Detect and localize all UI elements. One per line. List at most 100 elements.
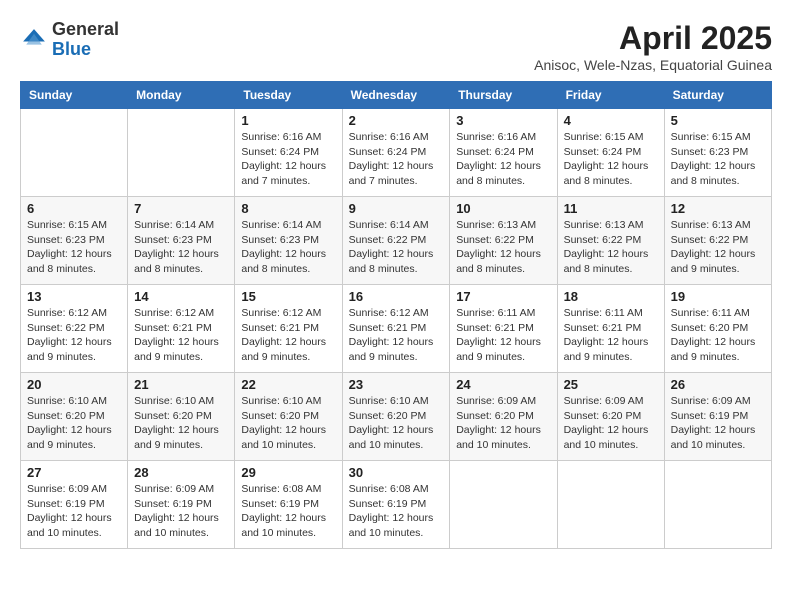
day-info: Sunrise: 6:11 AM Sunset: 6:20 PM Dayligh…: [671, 306, 765, 365]
calendar-cell: 8Sunrise: 6:14 AM Sunset: 6:23 PM Daylig…: [235, 197, 342, 285]
calendar-cell: 6Sunrise: 6:15 AM Sunset: 6:23 PM Daylig…: [21, 197, 128, 285]
calendar-week-row: 1 Sunrise: 6:16 AM Sunset: 6:24 PM Daylig…: [21, 109, 772, 197]
calendar-cell: 11 Sunrise: 6:13 AM Sunset: 6:22 PM Dayli…: [557, 197, 664, 285]
calendar-week-row: 20 Sunrise: 6:10 AM Sunset: 6:20 PM Dayli…: [21, 373, 772, 461]
day-number: 12: [671, 201, 765, 216]
day-number: 14: [134, 289, 228, 304]
day-info: Sunrise: 6:14 AM Sunset: 6:22 PM Dayligh…: [349, 218, 444, 277]
calendar-week-row: 13 Sunrise: 6:12 AM Sunset: 6:22 PM Dayli…: [21, 285, 772, 373]
day-number: 7: [134, 201, 228, 216]
day-info: Sunrise: 6:15 AM Sunset: 6:23 PM Dayligh…: [671, 130, 765, 189]
day-number: 10: [456, 201, 550, 216]
calendar-table: SundayMondayTuesdayWednesdayThursdayFrid…: [20, 81, 772, 549]
calendar-cell: 15 Sunrise: 6:12 AM Sunset: 6:21 PM Dayli…: [235, 285, 342, 373]
calendar-cell: [557, 461, 664, 549]
day-info: Sunrise: 6:15 AM Sunset: 6:23 PM Dayligh…: [27, 218, 121, 277]
day-info: Sunrise: 6:09 AM Sunset: 6:19 PM Dayligh…: [134, 482, 228, 541]
day-number: 20: [27, 377, 121, 392]
day-info: Sunrise: 6:12 AM Sunset: 6:21 PM Dayligh…: [349, 306, 444, 365]
day-number: 23: [349, 377, 444, 392]
calendar-cell: 9 Sunrise: 6:14 AM Sunset: 6:22 PM Daylig…: [342, 197, 450, 285]
day-info: Sunrise: 6:09 AM Sunset: 6:19 PM Dayligh…: [671, 394, 765, 453]
calendar-cell: 4 Sunrise: 6:15 AM Sunset: 6:24 PM Daylig…: [557, 109, 664, 197]
day-info: Sunrise: 6:13 AM Sunset: 6:22 PM Dayligh…: [671, 218, 765, 277]
day-info: Sunrise: 6:16 AM Sunset: 6:24 PM Dayligh…: [349, 130, 444, 189]
calendar-cell: 7 Sunrise: 6:14 AM Sunset: 6:23 PM Daylig…: [128, 197, 235, 285]
calendar-cell: 2 Sunrise: 6:16 AM Sunset: 6:24 PM Daylig…: [342, 109, 450, 197]
day-info: Sunrise: 6:10 AM Sunset: 6:20 PM Dayligh…: [241, 394, 335, 453]
logo-blue-text: Blue: [52, 39, 91, 59]
logo-text: General Blue: [52, 20, 119, 60]
day-number: 18: [564, 289, 658, 304]
month-year-title: April 2025: [534, 20, 772, 57]
day-number: 17: [456, 289, 550, 304]
day-info: Sunrise: 6:13 AM Sunset: 6:22 PM Dayligh…: [564, 218, 658, 277]
calendar-cell: 23 Sunrise: 6:10 AM Sunset: 6:20 PM Dayli…: [342, 373, 450, 461]
calendar-cell: [21, 109, 128, 197]
calendar-cell: 26 Sunrise: 6:09 AM Sunset: 6:19 PM Dayli…: [664, 373, 771, 461]
day-info: Sunrise: 6:12 AM Sunset: 6:21 PM Dayligh…: [134, 306, 228, 365]
calendar-cell: 13 Sunrise: 6:12 AM Sunset: 6:22 PM Dayli…: [21, 285, 128, 373]
calendar-cell: 30 Sunrise: 6:08 AM Sunset: 6:19 PM Dayli…: [342, 461, 450, 549]
day-number: 30: [349, 465, 444, 480]
day-number: 5: [671, 113, 765, 128]
logo: General Blue: [20, 20, 119, 60]
day-info: Sunrise: 6:13 AM Sunset: 6:22 PM Dayligh…: [456, 218, 550, 277]
calendar-cell: 18 Sunrise: 6:11 AM Sunset: 6:21 PM Dayli…: [557, 285, 664, 373]
page-header: General Blue April 2025 Anisoc, Wele-Nza…: [20, 20, 772, 73]
weekday-header-thursday: Thursday: [450, 82, 557, 109]
calendar-week-row: 6Sunrise: 6:15 AM Sunset: 6:23 PM Daylig…: [21, 197, 772, 285]
day-number: 13: [27, 289, 121, 304]
calendar-cell: [128, 109, 235, 197]
day-number: 19: [671, 289, 765, 304]
calendar-cell: 12 Sunrise: 6:13 AM Sunset: 6:22 PM Dayli…: [664, 197, 771, 285]
calendar-cell: 14 Sunrise: 6:12 AM Sunset: 6:21 PM Dayli…: [128, 285, 235, 373]
day-info: Sunrise: 6:12 AM Sunset: 6:22 PM Dayligh…: [27, 306, 121, 365]
calendar-cell: 10 Sunrise: 6:13 AM Sunset: 6:22 PM Dayli…: [450, 197, 557, 285]
day-number: 24: [456, 377, 550, 392]
calendar-cell: [450, 461, 557, 549]
logo-icon: [20, 26, 48, 54]
calendar-cell: [664, 461, 771, 549]
day-number: 26: [671, 377, 765, 392]
day-number: 2: [349, 113, 444, 128]
day-number: 22: [241, 377, 335, 392]
calendar-cell: 17 Sunrise: 6:11 AM Sunset: 6:21 PM Dayli…: [450, 285, 557, 373]
day-number: 11: [564, 201, 658, 216]
day-number: 15: [241, 289, 335, 304]
day-info: Sunrise: 6:15 AM Sunset: 6:24 PM Dayligh…: [564, 130, 658, 189]
calendar-cell: 28 Sunrise: 6:09 AM Sunset: 6:19 PM Dayli…: [128, 461, 235, 549]
day-info: Sunrise: 6:11 AM Sunset: 6:21 PM Dayligh…: [564, 306, 658, 365]
weekday-header-row: SundayMondayTuesdayWednesdayThursdayFrid…: [21, 82, 772, 109]
day-number: 3: [456, 113, 550, 128]
day-info: Sunrise: 6:14 AM Sunset: 6:23 PM Dayligh…: [134, 218, 228, 277]
day-info: Sunrise: 6:10 AM Sunset: 6:20 PM Dayligh…: [349, 394, 444, 453]
day-info: Sunrise: 6:08 AM Sunset: 6:19 PM Dayligh…: [349, 482, 444, 541]
day-number: 28: [134, 465, 228, 480]
calendar-cell: 21 Sunrise: 6:10 AM Sunset: 6:20 PM Dayli…: [128, 373, 235, 461]
day-info: Sunrise: 6:10 AM Sunset: 6:20 PM Dayligh…: [134, 394, 228, 453]
logo-general-text: General: [52, 19, 119, 39]
day-info: Sunrise: 6:09 AM Sunset: 6:19 PM Dayligh…: [27, 482, 121, 541]
calendar-cell: 24 Sunrise: 6:09 AM Sunset: 6:20 PM Dayli…: [450, 373, 557, 461]
calendar-cell: 1Sunrise: 6:16 AM Sunset: 6:24 PM Daylig…: [235, 109, 342, 197]
location-subtitle: Anisoc, Wele-Nzas, Equatorial Guinea: [534, 57, 772, 73]
day-number: 4: [564, 113, 658, 128]
calendar-week-row: 27 Sunrise: 6:09 AM Sunset: 6:19 PM Dayli…: [21, 461, 772, 549]
weekday-header-tuesday: Tuesday: [235, 82, 342, 109]
day-info: Sunrise: 6:11 AM Sunset: 6:21 PM Dayligh…: [456, 306, 550, 365]
day-info: Sunrise: 6:12 AM Sunset: 6:21 PM Dayligh…: [241, 306, 335, 365]
calendar-cell: 19 Sunrise: 6:11 AM Sunset: 6:20 PM Dayli…: [664, 285, 771, 373]
calendar-cell: 22 Sunrise: 6:10 AM Sunset: 6:20 PM Dayli…: [235, 373, 342, 461]
calendar-cell: 25Sunrise: 6:09 AM Sunset: 6:20 PM Dayli…: [557, 373, 664, 461]
day-number: 27: [27, 465, 121, 480]
calendar-cell: 20Sunrise: 6:10 AM Sunset: 6:20 PM Dayli…: [21, 373, 128, 461]
calendar-cell: 3Sunrise: 6:16 AM Sunset: 6:24 PM Daylig…: [450, 109, 557, 197]
day-number: 16: [349, 289, 444, 304]
day-number: 21: [134, 377, 228, 392]
weekday-header-wednesday: Wednesday: [342, 82, 450, 109]
day-info: Sunrise: 6:14 AM Sunset: 6:23 PM Dayligh…: [241, 218, 335, 277]
day-number: 9: [349, 201, 444, 216]
day-number: 1: [241, 113, 335, 128]
day-info: Sunrise: 6:09 AM Sunset: 6:20 PM Dayligh…: [456, 394, 550, 453]
